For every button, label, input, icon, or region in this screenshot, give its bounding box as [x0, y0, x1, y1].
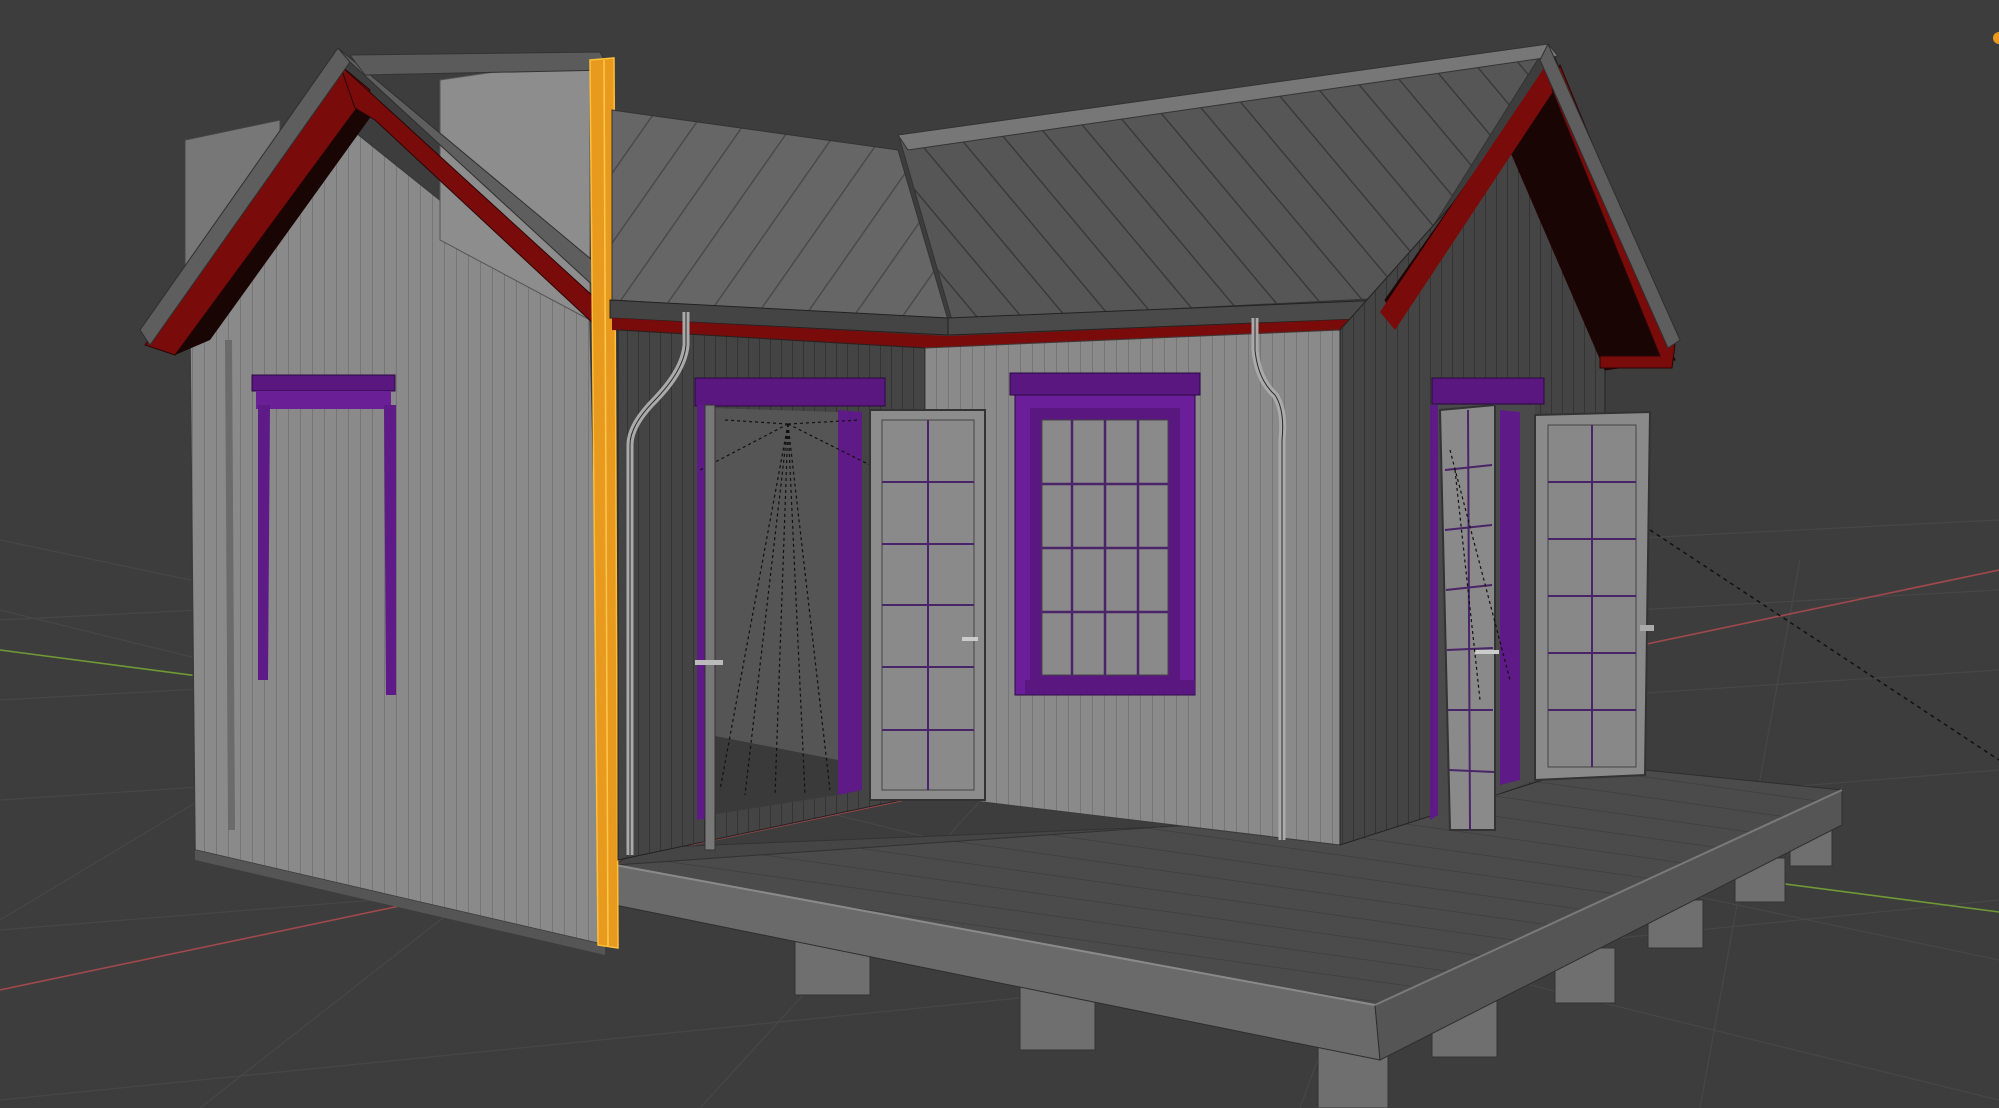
window-header-front	[1009, 372, 1201, 396]
door-header	[694, 377, 886, 407]
door-left[interactable]	[694, 377, 986, 851]
front-window[interactable]	[1009, 372, 1201, 696]
door-jamb-inner	[838, 410, 862, 795]
door-jamb-right-left	[1430, 405, 1438, 820]
left-wing[interactable]	[139, 47, 611, 955]
door-leaf-left[interactable]	[869, 409, 986, 801]
door-handle	[695, 660, 723, 665]
door-jamb-right-purple	[1500, 410, 1520, 785]
3d-viewport[interactable]	[0, 0, 1999, 1108]
door-frame-post	[704, 404, 716, 851]
door-hinge-right	[1640, 625, 1654, 631]
window-header	[251, 374, 396, 392]
window-jamb-right	[384, 405, 396, 695]
door-handle-right	[1475, 650, 1499, 654]
door-leaf-handle	[962, 637, 978, 641]
window-sill	[1025, 680, 1195, 694]
window-jamb-left	[258, 405, 270, 680]
window-header-cap	[256, 391, 391, 409]
door-right[interactable]	[1430, 377, 1654, 831]
door-header-right	[1431, 377, 1545, 405]
